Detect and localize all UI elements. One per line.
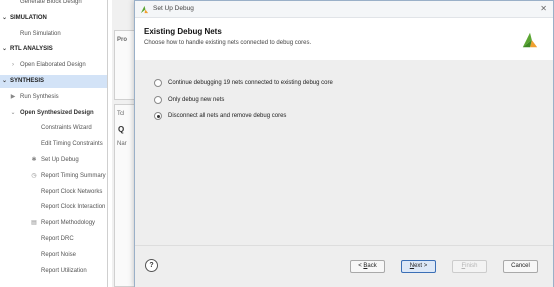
page-subtitle: Choose how to handle existing nets conne… bbox=[144, 40, 312, 46]
back-button-label: ack bbox=[367, 263, 377, 269]
option-label: Only debug new nets bbox=[168, 97, 225, 103]
dialog-title: Set Up Debug bbox=[153, 5, 194, 12]
flow-nav-open-synthesized-design[interactable]: ⌄ Open Synthesized Design bbox=[0, 107, 107, 120]
flow-nav-report-clock-networks[interactable]: Report Clock Networks bbox=[0, 186, 107, 199]
radio-button[interactable] bbox=[154, 112, 162, 120]
back-button[interactable]: < Back bbox=[350, 260, 385, 273]
flow-nav-report-utilization[interactable]: Report Utilization bbox=[0, 265, 107, 278]
option-label: Disconnect all nets and remove debug cor… bbox=[168, 113, 287, 119]
set-up-debug-dialog: Set Up Debug ✕ Existing Debug Nets Choos… bbox=[134, 0, 554, 287]
chevron-down-icon[interactable]: ⌄ bbox=[2, 75, 10, 88]
flow-nav-label: Run Simulation bbox=[20, 30, 61, 37]
flow-nav-report-drc[interactable]: Report DRC bbox=[0, 233, 107, 246]
flow-nav-label: Generate Block Design bbox=[20, 0, 82, 5]
page-title: Existing Debug Nets bbox=[144, 27, 222, 36]
dialog-footer: ? < Back Next > Finish Cancel bbox=[135, 245, 553, 287]
tcl-console-panel: Tcl Q Nar bbox=[114, 104, 136, 287]
flow-nav-label: Open Synthesized Design bbox=[20, 109, 94, 116]
flow-nav-generate-block-design[interactable]: Generate Block Design bbox=[0, 0, 107, 9]
flow-nav-label: SIMULATION bbox=[10, 14, 47, 21]
flow-nav-label: Edit Timing Constraints bbox=[41, 141, 103, 148]
dialog-content: Continue debugging 19 nets connected to … bbox=[135, 60, 553, 245]
document-icon: ▤ bbox=[31, 220, 37, 227]
bug-icon: ✱ bbox=[31, 157, 37, 163]
properties-panel: Pro bbox=[114, 30, 136, 100]
next-button-label: ext > bbox=[414, 263, 428, 269]
vivado-brand-logo-icon bbox=[522, 32, 538, 48]
flow-nav-label: Report Timing Summary bbox=[41, 172, 106, 179]
chevron-down-icon[interactable]: ⌄ bbox=[2, 12, 10, 25]
flow-nav-label: RTL ANALYSIS bbox=[10, 46, 53, 53]
flow-nav-report-clock-interaction[interactable]: Report Clock Interaction bbox=[0, 201, 107, 214]
dialog-title-bar[interactable]: Set Up Debug ✕ bbox=[135, 1, 553, 18]
flow-nav-label: Open Elaborated Design bbox=[20, 62, 86, 69]
tcl-console-label: Tcl bbox=[117, 111, 125, 117]
name-column-label: Nar bbox=[117, 141, 127, 147]
chevron-down-icon[interactable]: ⌄ bbox=[2, 43, 10, 56]
flow-nav-run-simulation[interactable]: Run Simulation bbox=[0, 28, 107, 41]
play-icon: ▶ bbox=[10, 93, 16, 100]
flow-nav-label: Report Methodology bbox=[41, 220, 96, 227]
finish-button-label: inish bbox=[465, 263, 478, 269]
chevron-right-icon[interactable]: › bbox=[9, 59, 17, 72]
flow-navigator: Generate Block Design ⌄ SIMULATION Run Simu… bbox=[0, 0, 108, 287]
option-label: Continue debugging 19 nets connected to … bbox=[168, 80, 333, 86]
dialog-header: Existing Debug Nets Choose how to handle… bbox=[135, 18, 553, 60]
radio-button[interactable] bbox=[154, 96, 162, 104]
flow-nav-label: Report Clock Networks bbox=[41, 188, 103, 195]
flow-nav-rtl-analysis[interactable]: ⌄ RTL ANALYSIS bbox=[0, 43, 107, 56]
flow-nav-run-synthesis[interactable]: ▶ Run Synthesis bbox=[0, 91, 107, 104]
properties-panel-label: Pro bbox=[117, 37, 128, 43]
chevron-down-icon[interactable]: ⌄ bbox=[9, 107, 17, 120]
help-button[interactable]: ? bbox=[145, 259, 158, 272]
flow-nav-set-up-debug[interactable]: ✱ Set Up Debug bbox=[0, 154, 107, 167]
vivado-logo-icon bbox=[140, 5, 149, 14]
flow-nav-label: SYNTHESIS bbox=[10, 78, 45, 84]
finish-button[interactable]: Finish bbox=[452, 260, 487, 273]
flow-nav-label: Report DRC bbox=[41, 236, 74, 242]
flow-nav-label: Constraints Wizard bbox=[41, 125, 92, 132]
flow-nav-label: Run Synthesis bbox=[20, 93, 59, 100]
flow-nav-label: Report Clock Interaction bbox=[41, 204, 106, 211]
flow-nav-open-elaborated-design[interactable]: › Open Elaborated Design bbox=[0, 59, 107, 72]
cancel-button[interactable]: Cancel bbox=[503, 260, 538, 273]
flow-nav-label: Report Noise bbox=[41, 251, 77, 258]
flow-nav-label: Set Up Debug bbox=[41, 157, 79, 163]
flow-nav-simulation[interactable]: ⌄ SIMULATION bbox=[0, 12, 107, 25]
search-icon[interactable]: Q bbox=[118, 125, 124, 134]
flow-nav-label: Report Utilization bbox=[41, 267, 87, 274]
flow-nav-report-timing-summary[interactable]: ◷ Report Timing Summary bbox=[0, 170, 107, 183]
flow-nav-edit-timing-constraints[interactable]: Edit Timing Constraints bbox=[0, 138, 107, 151]
clock-icon: ◷ bbox=[31, 172, 37, 179]
flow-nav-constraints-wizard[interactable]: Constraints Wizard bbox=[0, 122, 107, 135]
radio-button[interactable] bbox=[154, 79, 162, 87]
next-button[interactable]: Next > bbox=[401, 260, 436, 273]
flow-nav-report-noise[interactable]: Report Noise bbox=[0, 249, 107, 262]
flow-nav-synthesis[interactable]: ⌄ SYNTHESIS bbox=[0, 75, 107, 88]
flow-nav-report-methodology[interactable]: ▤ Report Methodology bbox=[0, 217, 107, 230]
close-icon[interactable]: ✕ bbox=[540, 4, 547, 13]
